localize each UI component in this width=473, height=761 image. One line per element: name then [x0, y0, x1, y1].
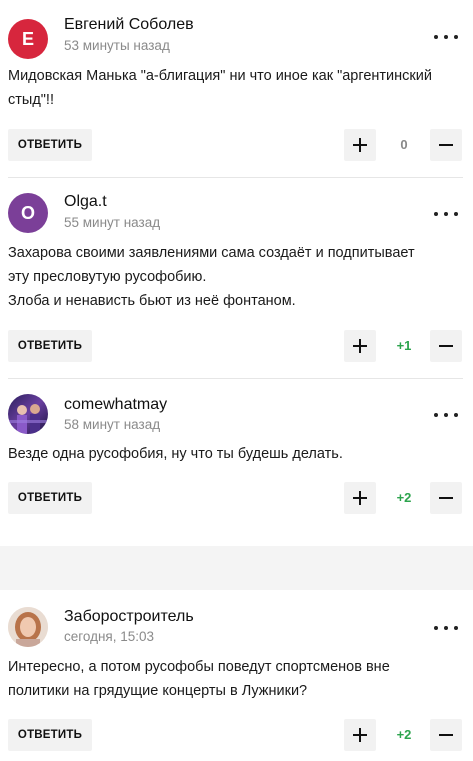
user-photo-icon: [8, 607, 48, 647]
more-options-icon[interactable]: [434, 30, 458, 44]
reply-button[interactable]: ОТВЕТИТЬ: [8, 129, 92, 161]
reply-button[interactable]: ОТВЕТИТЬ: [8, 719, 92, 751]
more-options-icon[interactable]: [434, 408, 458, 422]
reply-button[interactable]: ОТВЕТИТЬ: [8, 482, 92, 514]
comment-text: Интересно, а потом русофобы поведут спор…: [8, 655, 460, 703]
comment-text-line: Злоба и ненависть бьют из неё фонтаном.: [8, 293, 296, 309]
avatar[interactable]: Е: [8, 19, 48, 59]
upvote-button[interactable]: [344, 330, 376, 362]
divider: [8, 177, 463, 178]
comment-score: +2: [396, 490, 412, 505]
comment-text-line: Мидовская Манька "а-блигация" ни что ино…: [8, 68, 432, 84]
comment-author[interactable]: comewhatmay: [64, 396, 167, 414]
plus-icon: [353, 491, 367, 505]
plus-icon: [353, 728, 367, 742]
plus-icon: [353, 339, 367, 353]
downvote-button[interactable]: [430, 330, 462, 362]
minus-icon: [439, 497, 453, 499]
comment-text: Захарова своими заявлениями сама создаёт…: [8, 241, 460, 313]
comment-text-line: политики на грядущие концерты в Лужники?: [8, 683, 308, 699]
more-options-icon[interactable]: [434, 207, 458, 221]
divider: [8, 378, 463, 379]
comment-time: 53 минуты назад: [64, 38, 170, 53]
comment-text: Везде одна русофобия, ну что ты будешь д…: [8, 442, 460, 466]
more-options-icon[interactable]: [434, 621, 458, 635]
comment-time: сегодня, 15:03: [64, 629, 155, 644]
section-gap: [0, 546, 473, 590]
downvote-button[interactable]: [430, 719, 462, 751]
comment-text: Мидовская Манька "а-блигация" ни что ино…: [8, 64, 460, 112]
avatar[interactable]: [8, 394, 48, 434]
comment-text-line: Захарова своими заявлениями сама создаёт…: [8, 245, 415, 261]
comment-text-line: Интересно, а потом русофобы поведут спор…: [8, 659, 390, 675]
comment-score: 0: [400, 137, 408, 152]
upvote-button[interactable]: [344, 482, 376, 514]
comment-text-line: стыд"!!: [8, 92, 54, 108]
upvote-button[interactable]: [344, 719, 376, 751]
comment-author[interactable]: Заборостроитель: [64, 608, 194, 626]
upvote-button[interactable]: [344, 129, 376, 161]
comment-time: 58 минут назад: [64, 417, 161, 432]
comment-text-line: Везде одна русофобия, ну что ты будешь д…: [8, 446, 343, 462]
minus-icon: [439, 345, 453, 347]
avatar[interactable]: [8, 607, 48, 647]
minus-icon: [439, 144, 453, 146]
user-photo-icon: [8, 404, 48, 434]
comment-text-line: эту пресловутую русофобию.: [8, 269, 207, 285]
comment-time: 55 минут назад: [64, 215, 161, 230]
downvote-button[interactable]: [430, 129, 462, 161]
comment-score: +2: [396, 727, 412, 742]
reply-button[interactable]: ОТВЕТИТЬ: [8, 330, 92, 362]
plus-icon: [353, 138, 367, 152]
comment-author[interactable]: Евгений Соболев: [64, 16, 194, 34]
comment-author[interactable]: Olga.t: [64, 193, 107, 211]
comment-score: +1: [396, 338, 412, 353]
minus-icon: [439, 734, 453, 736]
downvote-button[interactable]: [430, 482, 462, 514]
avatar[interactable]: O: [8, 193, 48, 233]
